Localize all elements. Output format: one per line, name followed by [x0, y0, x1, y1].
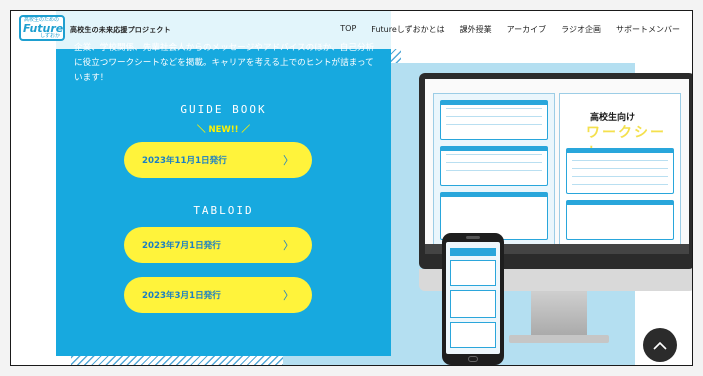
nav-item-about[interactable]: Futureしずおかとは [371, 24, 444, 35]
nav-item-top[interactable]: TOP [340, 24, 356, 35]
nav-item-radio[interactable]: ラジオ企画 [561, 24, 601, 35]
phone-mockup [442, 233, 504, 365]
new-badge: ＼ NEW!! ／ [197, 125, 250, 135]
tabloid-2023-07-button[interactable]: 2023年7月1日発行 〉 [124, 227, 312, 263]
page-frame: 高校生向け ワークシート 企業、学校関係、先輩社会人からのメッセージやアドバ [10, 10, 693, 366]
guidebook-page-left [433, 93, 555, 245]
brand-name[interactable]: 高校生の未来応援プロジェクト [70, 25, 171, 35]
nav-item-extracurricular[interactable]: 課外授業 [460, 24, 492, 35]
monitor-stand [531, 291, 587, 337]
monitor-stand-base [509, 335, 609, 343]
button-label: 2023年7月1日発行 [142, 241, 221, 251]
site-header: 高校生のための Future しずおか 高校生の未来応援プロジェクト TOP F… [11, 11, 692, 49]
button-label: 2023年11月1日発行 [142, 156, 227, 166]
chevron-right-icon: 〉 [283, 289, 294, 302]
phone-screen [446, 242, 500, 354]
guide-panel: 企業、学校関係、先輩社会人からのメッセージやアドバイスのほか、自己分析に役立つワ… [56, 11, 391, 356]
tabloid-2023-03-button[interactable]: 2023年3月1日発行 〉 [124, 277, 312, 313]
scroll-to-top-button[interactable] [643, 328, 677, 362]
main-nav: TOP Futureしずおかとは 課外授業 アーカイブ ラジオ企画 サポートメン… [325, 24, 680, 35]
tabloid-heading: TABLOID [193, 204, 254, 217]
guide-book-heading: GUIDE BOOK [180, 103, 267, 116]
nav-item-archive[interactable]: アーカイブ [507, 24, 547, 35]
button-label: 2023年3月1日発行 [142, 291, 221, 301]
site-logo[interactable]: 高校生のための Future しずおか [19, 15, 65, 41]
guidebook-2023-11-button[interactable]: 2023年11月1日発行 〉 [124, 142, 312, 178]
chevron-right-icon: 〉 [283, 154, 294, 167]
chevron-up-icon [653, 341, 667, 350]
monitor-screen: 高校生向け ワークシート [425, 79, 689, 254]
guidebook-page-right: 高校生向け ワークシート [559, 93, 681, 245]
nav-item-support-members[interactable]: サポートメンバー [616, 24, 680, 35]
chevron-right-icon: 〉 [283, 239, 294, 252]
